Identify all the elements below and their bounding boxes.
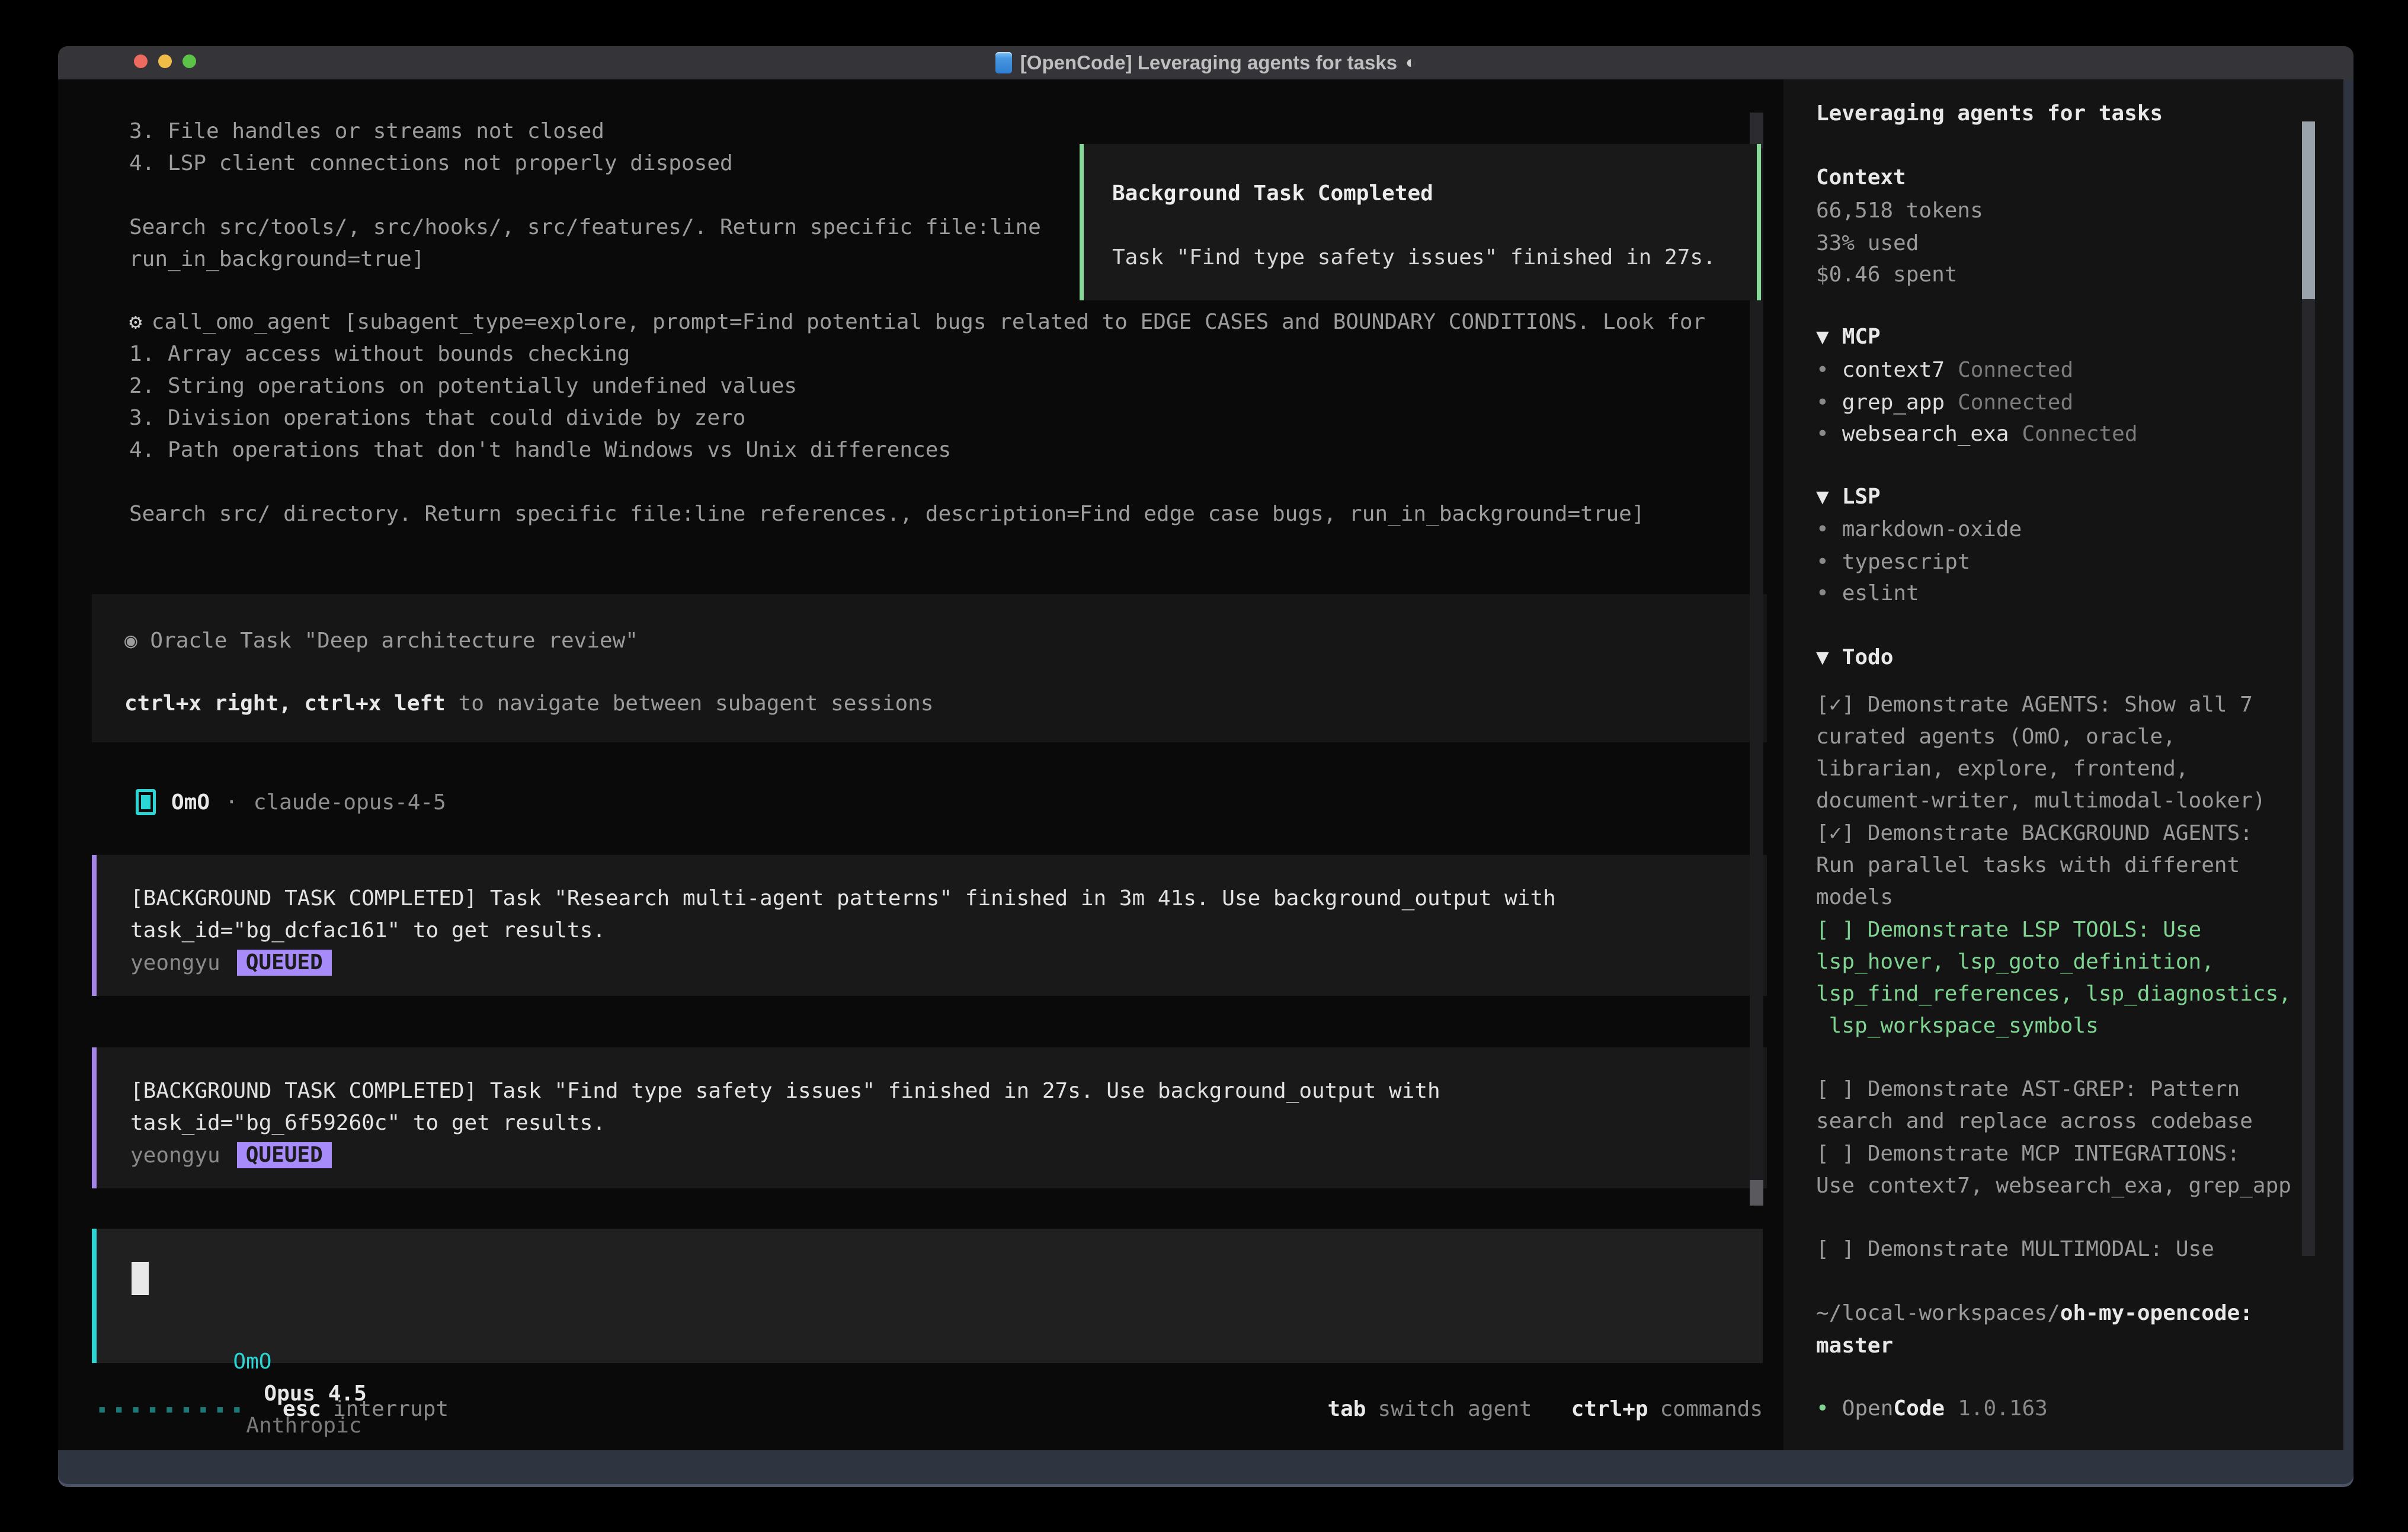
spinner-icon: ◐	[1405, 53, 1416, 73]
commands-key-label: commands	[1660, 1397, 1763, 1421]
task-message-line: [BACKGROUND TASK COMPLETED] Task "Resear…	[130, 883, 1767, 915]
tool-call-block: ⚙ call_omo_agent [subagent_type=explore, …	[129, 306, 1705, 466]
mcp-item: •context7Connected	[1816, 354, 2073, 386]
lsp-item: •typescript	[1816, 546, 1970, 578]
bullet-icon: •	[1816, 550, 1829, 574]
oracle-task-title: ◉ Oracle Task "Deep architecture review"	[124, 625, 1767, 657]
sidebar: Leveraging agents for tasks Context 66,5…	[1783, 79, 2343, 1450]
queued-badge: QUEUED	[237, 950, 332, 976]
terminal-line: Search src/tools/, src/hooks/, src/featu…	[129, 211, 1041, 243]
text-cursor	[132, 1262, 149, 1295]
todo-item-pending: [ ] Demonstrate AST-GREP: Pattern search…	[1816, 1073, 2253, 1137]
terminal-output: 3. File handles or streams not closed 4.…	[129, 116, 1041, 275]
workspace-path: ~/local-workspaces/oh-my-opencode:	[1816, 1297, 2253, 1329]
todo-item-in-progress: [ ] Demonstrate LSP TOOLS: Use lsp_hover…	[1816, 914, 2291, 1042]
terminal-line: 3. File handles or streams not closed	[129, 116, 1041, 148]
toast-body: Task "Find type safety issues" finished …	[1112, 242, 1757, 274]
bullet-icon: •	[1816, 517, 1829, 541]
mcp-section-header[interactable]: ▼MCP	[1816, 321, 1881, 353]
context-used: 33% used	[1816, 227, 1919, 259]
context-spent: $0.46 spent	[1816, 259, 1957, 291]
shortcut-keys: ctrl+x right, ctrl+x left	[124, 691, 446, 716]
chat-area: 3. File handles or streams not closed 4.…	[58, 79, 1783, 1450]
input-meta: OmO Opus 4.5 Anthropic	[130, 1314, 367, 1346]
context-heading: Context	[1816, 162, 1906, 194]
separator-dot: ·	[225, 790, 238, 815]
chevron-down-icon: ▼	[1816, 485, 1829, 509]
username: yeongyu	[130, 951, 220, 975]
tool-call-tail: Search src/ directory. Return specific f…	[129, 498, 1645, 530]
prompt-input[interactable]: OmO Opus 4.5 Anthropic	[92, 1229, 1763, 1363]
toast-notification: Background Task Completed Task "Find typ…	[1080, 144, 1761, 300]
window-title-area: [OpenCode] Leveraging agents for tasks ◐	[58, 46, 2353, 79]
todo-item-done: [✓] Demonstrate AGENTS: Show all 7 curat…	[1816, 689, 2266, 817]
lsp-item: •markdown-oxide	[1816, 514, 2022, 546]
mcp-item: •grep_appConnected	[1816, 387, 2073, 419]
tool-call-header: ⚙ call_omo_agent [subagent_type=explore, …	[129, 306, 1705, 338]
session-title: Leveraging agents for tasks	[1816, 98, 2163, 130]
tab-key-label: switch agent	[1378, 1397, 1532, 1421]
gear-icon: ⚙	[129, 310, 142, 334]
tool-call-item: 3. Division operations that could divide…	[129, 402, 1705, 434]
toast-title: Background Task Completed	[1112, 178, 1757, 210]
status-bar-right: tab switch agent ctrl+p commands	[1327, 1393, 1763, 1425]
agent-model: claude-opus-4-5	[254, 790, 446, 815]
bullet-icon: •	[1816, 581, 1829, 605]
tab-key-hint: tab	[1327, 1397, 1366, 1421]
git-branch: master	[1816, 1330, 1893, 1362]
background-task-message: [BACKGROUND TASK COMPLETED] Task "Find t…	[92, 1047, 1767, 1188]
esc-key-label: interrupt	[333, 1397, 449, 1421]
mcp-item: •websearch_exaConnected	[1816, 418, 2138, 450]
bullet-icon: •	[1816, 358, 1829, 382]
subagent-nav-hint: ctrl+x right, ctrl+x left to navigate be…	[124, 688, 1767, 720]
terminal-window: [OpenCode] Leveraging agents for tasks ◐…	[58, 46, 2353, 1487]
app-version: •OpenCode1.0.163	[1816, 1393, 2048, 1425]
window-right-edge	[2343, 79, 2353, 1450]
todo-item-pending: [ ] Demonstrate MCP INTEGRATIONS: Use co…	[1816, 1138, 2291, 1202]
agent-name: OmO	[171, 790, 210, 815]
bullet-icon: •	[1816, 422, 1829, 446]
sidebar-scrollbar-thumb[interactable]	[2302, 121, 2315, 299]
task-message-line: [BACKGROUND TASK COMPLETED] Task "Find t…	[130, 1075, 1767, 1107]
background-task-message: [BACKGROUND TASK COMPLETED] Task "Resear…	[92, 855, 1767, 996]
tool-call-item: 2. String operations on potentially unde…	[129, 370, 1705, 402]
agent-header: OmO · claude-opus-4-5	[136, 786, 446, 818]
document-icon	[995, 52, 1012, 73]
lsp-section-header[interactable]: ▼LSP	[1816, 481, 1881, 513]
chat-scrollbar-thumb[interactable]	[1750, 1180, 1763, 1206]
username: yeongyu	[130, 1143, 220, 1168]
todo-section-header[interactable]: ▼Todo	[1816, 642, 1893, 674]
chevron-down-icon: ▼	[1816, 645, 1829, 669]
titlebar: [OpenCode] Leveraging agents for tasks ◐	[58, 46, 2353, 79]
task-message-line: task_id="bg_6f59260c" to get results.	[130, 1107, 1767, 1139]
active-agent: OmO	[233, 1350, 271, 1374]
agent-checkbox-icon	[136, 789, 156, 815]
terminal-line	[129, 180, 1041, 211]
sidebar-scrollbar[interactable]	[2302, 121, 2315, 1256]
todo-item-done: [✓] Demonstrate BACKGROUND AGENTS: Run p…	[1816, 818, 2253, 914]
window-bottom-edge	[58, 1450, 2353, 1487]
chat-scrollbar-cap	[1750, 113, 1763, 148]
task-message-line: task_id="bg_dcfac161" to get results.	[130, 915, 1767, 947]
status-bar-left: ▪▪▪▪▪▪▪▪▪ esc interrupt	[98, 1393, 449, 1425]
tool-call-item: 4. Path operations that don't handle Win…	[129, 434, 1705, 466]
tool-call-item: 1. Array access without bounds checking	[129, 338, 1705, 370]
lsp-item: •eslint	[1816, 578, 1919, 610]
radio-icon: ◉	[124, 629, 137, 653]
terminal-line: 4. LSP client connections not properly d…	[129, 148, 1041, 180]
bullet-icon: •	[1816, 390, 1829, 415]
context-tokens: 66,518 tokens	[1816, 195, 1983, 227]
todo-item-pending: [ ] Demonstrate MULTIMODAL: Use	[1816, 1233, 2214, 1265]
bullet-icon: •	[1816, 1396, 1829, 1421]
window-title: [OpenCode] Leveraging agents for tasks	[1020, 52, 1397, 74]
chevron-down-icon: ▼	[1816, 325, 1829, 349]
esc-key-hint: esc	[283, 1397, 321, 1421]
commands-key-hint: ctrl+p	[1571, 1397, 1648, 1421]
oracle-task-box: ◉ Oracle Task "Deep architecture review"…	[92, 594, 1767, 742]
progress-dots-icon: ▪▪▪▪▪▪▪▪▪	[98, 1400, 249, 1417]
tool-call-text: call_omo_agent [subagent_type=explore, p…	[152, 310, 1706, 334]
terminal-line: run_in_background=true]	[129, 243, 1041, 275]
queued-badge: QUEUED	[237, 1142, 332, 1168]
